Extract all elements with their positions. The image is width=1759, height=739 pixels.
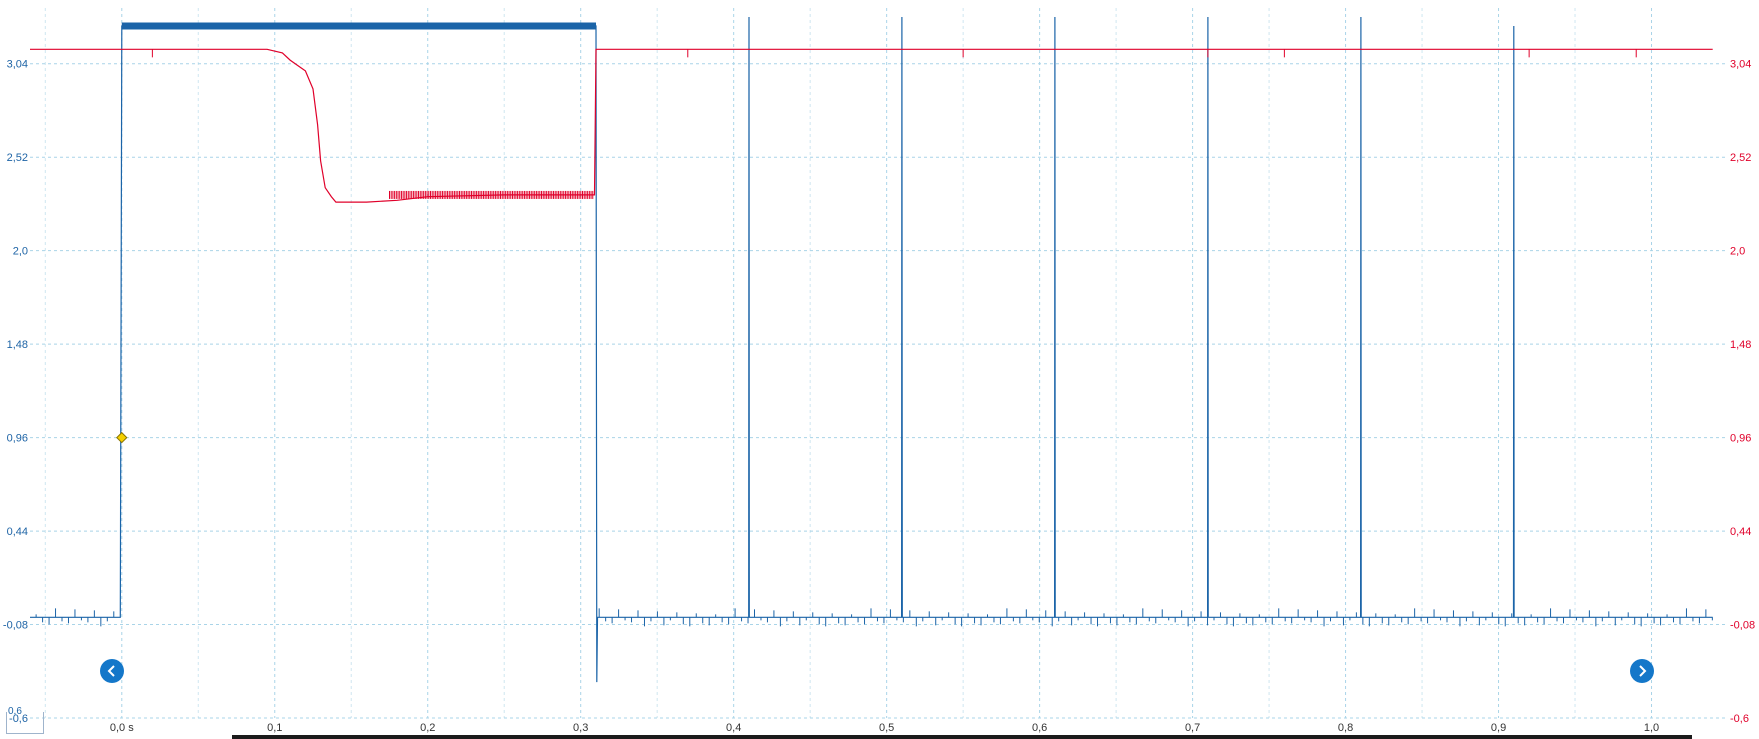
corner-axis-label: 0,6	[8, 706, 22, 717]
x-tick-label: 0,5	[879, 722, 894, 734]
y-left-tick-label: 2,52	[7, 152, 28, 164]
x-tick-label: 0,0 s	[110, 722, 134, 734]
y-right-tick-label: 0,44	[1730, 526, 1751, 538]
x-tick-label: 0,1	[267, 722, 282, 734]
trigger-marker	[116, 431, 128, 444]
y-right-tick-label: 2,52	[1730, 152, 1751, 164]
y-left-tick-label: 1,48	[7, 339, 28, 351]
x-tick-label: 0,4	[726, 722, 741, 734]
oscilloscope-chart: 0,0 s 0,1 0,2 0,3 0,4 0,5 0,6 0,7 0,8 0,9 1,0 3,04 3…	[3, 8, 1755, 734]
y-right-tick-label: 0,96	[1730, 433, 1751, 445]
series-line-1	[30, 16, 1713, 683]
y-right-tick-label: -0,6	[1730, 713, 1749, 725]
y-right-tick-label: 1,48	[1730, 339, 1751, 351]
scroll-right-button[interactable]	[1630, 659, 1654, 683]
horizontal-scrollbar[interactable]	[232, 735, 1692, 739]
y-right-tick-label: 2,0	[1730, 246, 1745, 258]
series-line-2	[30, 48, 1713, 203]
x-tick-label: 0,7	[1185, 722, 1200, 734]
x-tick-label: 0,8	[1338, 722, 1353, 734]
x-tick-label: 0,9	[1491, 722, 1506, 734]
scroll-left-button[interactable]	[100, 659, 124, 683]
y-left-tick-label: 3,04	[7, 59, 28, 71]
y-left-tick-label: 0,44	[7, 526, 28, 538]
y-right-tick-label: 3,04	[1730, 59, 1751, 71]
x-tick-label: 0,2	[420, 722, 435, 734]
y-left-tick-label: 2,0	[13, 246, 28, 258]
x-tick-label: 1,0	[1644, 722, 1659, 734]
y-left-tick-label: 0,96	[7, 433, 28, 445]
chevron-right-icon	[1639, 665, 1647, 677]
x-tick-label: 0,6	[1032, 722, 1047, 734]
x-tick-label: 0,3	[573, 722, 588, 734]
y-right-tick-label: -0,08	[1730, 620, 1755, 632]
chevron-left-icon	[107, 665, 115, 677]
y-left-tick-label: -0,08	[3, 620, 28, 632]
